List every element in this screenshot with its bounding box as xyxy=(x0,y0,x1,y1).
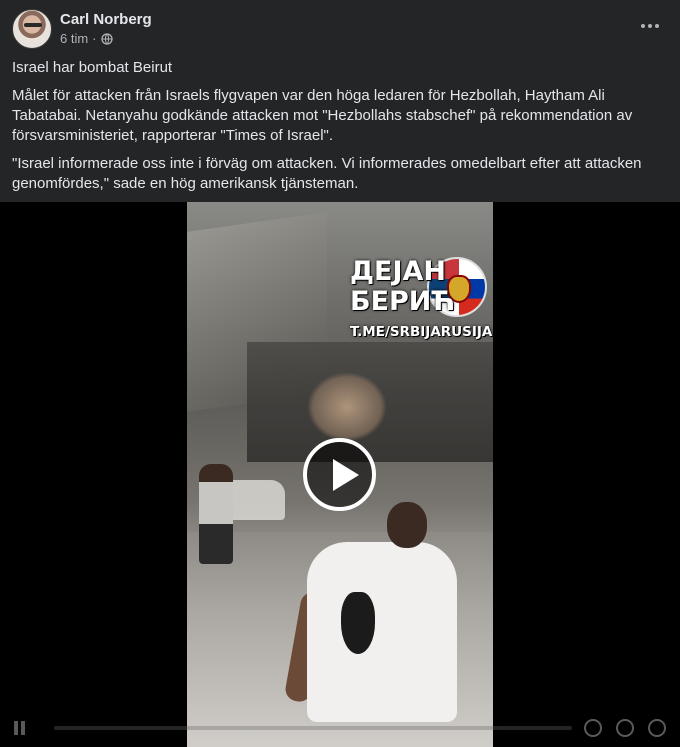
more-options-button[interactable] xyxy=(636,15,664,37)
scene-person-background xyxy=(199,464,233,564)
post-paragraph: Israel har bombat Beirut xyxy=(12,59,173,76)
post-paragraph: "Israel informerade oss inte i förväg om… xyxy=(12,155,642,192)
shirt-print xyxy=(341,592,375,654)
post-header: Carl Norberg 6 tim · xyxy=(12,9,668,49)
channel-watermark: ДЕЈАН БЕРИЋ T.ME/SRBIJARUSIJA xyxy=(350,254,493,354)
person-shirt xyxy=(307,542,457,722)
volume-icon[interactable] xyxy=(616,719,634,737)
person-head xyxy=(387,502,427,548)
settings-icon[interactable] xyxy=(584,719,602,737)
meta-separator: · xyxy=(92,31,97,46)
pause-icon[interactable] xyxy=(14,719,32,737)
video-controls xyxy=(0,709,680,747)
progress-bar[interactable] xyxy=(54,726,572,730)
globe-icon xyxy=(100,32,113,45)
video-player[interactable]: ДЕЈАН БЕРИЋ T.ME/SRBIJARUSIJA xyxy=(0,202,680,747)
post-text: Israel har bombat Beirut Målet för attac… xyxy=(12,58,662,202)
post-timestamp[interactable]: 6 tim xyxy=(60,31,88,46)
more-dot xyxy=(655,24,659,28)
facebook-post: Carl Norberg 6 tim · Israel har bombat B… xyxy=(0,0,680,747)
more-horizontal-icon xyxy=(641,24,645,28)
post-meta: 6 tim · xyxy=(60,31,113,46)
play-icon xyxy=(333,459,359,491)
watermark-line2: БЕРИЋ xyxy=(350,286,456,317)
fullscreen-icon[interactable] xyxy=(648,719,666,737)
watermark-line1: ДЕЈАН xyxy=(350,256,447,287)
watermark-url: T.ME/SRBIJARUSIJA xyxy=(350,324,493,340)
play-button[interactable] xyxy=(303,438,376,511)
post-paragraph: Målet för attacken från Israels flygvape… xyxy=(12,87,633,144)
scene-smoke xyxy=(307,372,387,442)
author-name[interactable]: Carl Norberg xyxy=(60,11,152,28)
author-avatar[interactable] xyxy=(12,9,52,49)
more-dot xyxy=(648,24,652,28)
